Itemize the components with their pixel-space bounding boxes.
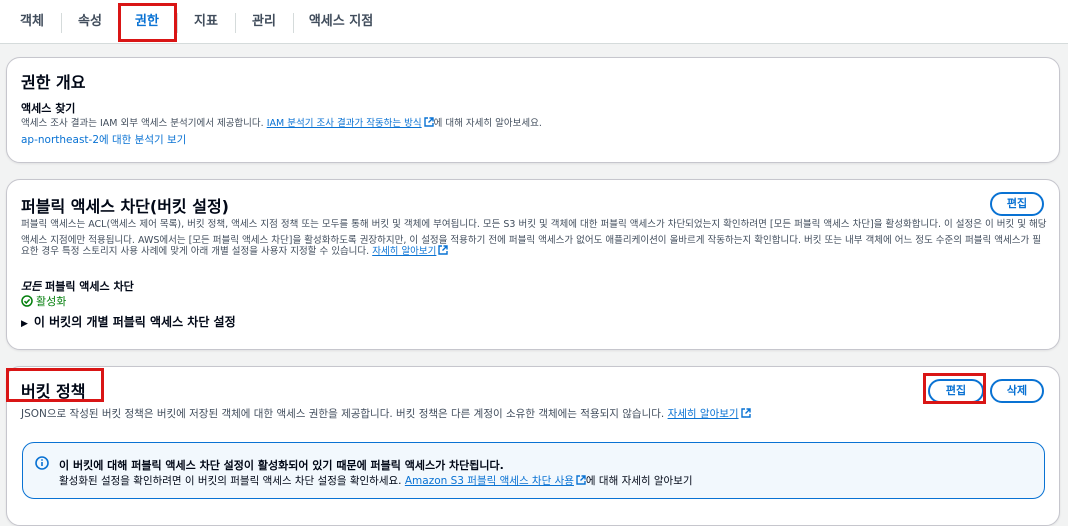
bucket-policy-card: 버킷 정책 편집 삭제 JSON으로 작성된 버킷 정책은 버킷에 저장된 객체…	[6, 366, 1060, 526]
alert-title: 이 버킷에 대해 퍼블릭 액세스 차단 설정이 활성화되어 있기 때문에 퍼블릭…	[59, 459, 504, 472]
block-public-access-title: 퍼블릭 액세스 차단(버킷 설정)	[21, 197, 229, 216]
view-analyzer-link[interactable]: ap-northeast-2에 대한 분석기 보기	[21, 132, 186, 147]
tab-divider	[119, 13, 120, 33]
tab-bar: 객체 속성 권한 지표 관리 액세스 지점	[0, 0, 1068, 44]
external-link-icon	[423, 117, 434, 127]
check-circle-icon	[21, 295, 33, 307]
info-icon	[35, 456, 49, 470]
tab-metrics[interactable]: 지표	[184, 0, 228, 44]
s3-block-public-access-link[interactable]: Amazon S3 퍼블릭 액세스 차단 사용	[405, 475, 574, 487]
tab-divider	[61, 13, 62, 33]
access-finder-description: 액세스 조사 결과는 IAM 외부 액세스 분석기에서 제공합니다. IAM 분…	[21, 117, 542, 129]
public-access-blocked-alert: 이 버킷에 대해 퍼블릭 액세스 차단 설정이 활성화되어 있기 때문에 퍼블릭…	[22, 442, 1045, 499]
bucket-policy-edit-button[interactable]: 편집	[928, 379, 984, 403]
learn-more-link[interactable]: 자세히 알아보기	[372, 246, 436, 257]
tab-divider	[293, 13, 294, 33]
tab-management[interactable]: 관리	[242, 0, 286, 44]
block-public-access-desc-line3: 요한 경우 특정 스토리지 사용 사례에 맞게 아래 개별 설정을 사용자 지정…	[21, 244, 449, 260]
external-link-icon	[438, 245, 449, 255]
block-public-access-card: 퍼블릭 액세스 차단(버킷 설정) 편집 퍼블릭 액세스는 ACL(액세스 제어…	[6, 179, 1060, 350]
tab-objects[interactable]: 객체	[10, 0, 54, 44]
alert-body: 활성화된 설정을 확인하려면 이 버킷의 퍼블릭 액세스 차단 설정을 확인하세…	[59, 475, 693, 487]
access-finder-label: 액세스 찾기	[21, 102, 76, 115]
external-link-icon	[576, 475, 586, 485]
tab-permissions[interactable]: 권한	[124, 0, 170, 44]
bucket-policy-title: 버킷 정책	[21, 382, 86, 401]
block-all-public-access-label: 모든 퍼블릭 액세스 차단	[21, 280, 134, 293]
block-public-access-desc-line1: 퍼블릭 액세스는 ACL(액세스 제어 목록), 버킷 정책, 액세스 지점 정…	[21, 219, 1047, 230]
tab-access-points[interactable]: 액세스 지점	[300, 0, 382, 44]
bucket-policy-delete-button[interactable]: 삭제	[990, 379, 1044, 403]
bucket-policy-description: JSON으로 작성된 버킷 정책은 버킷에 저장된 객체에 대한 액세스 권한을…	[21, 406, 751, 422]
learn-more-link[interactable]: 자세히 알아보기	[668, 408, 739, 420]
tab-divider	[235, 13, 236, 33]
permissions-overview-card: 권한 개요 액세스 찾기 액세스 조사 결과는 IAM 외부 액세스 분석기에서…	[6, 57, 1060, 163]
tab-divider	[177, 13, 178, 33]
tab-properties[interactable]: 속성	[68, 0, 112, 44]
status-enabled: 활성화	[21, 293, 66, 309]
block-public-access-edit-button[interactable]: 편집	[990, 192, 1044, 216]
individual-settings-expander[interactable]: ▶ 이 버킷의 개별 퍼블릭 액세스 차단 설정	[21, 313, 236, 330]
caret-right-icon: ▶	[21, 319, 28, 329]
external-link-icon	[740, 408, 751, 418]
iam-analyzer-link[interactable]: IAM 분석기 조사 결과가 작동하는 방식	[267, 118, 422, 129]
overview-title: 권한 개요	[21, 73, 86, 92]
